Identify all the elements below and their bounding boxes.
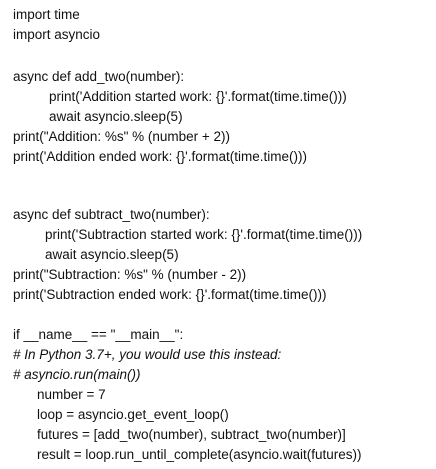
- code-line: async def add_two(number):: [13, 69, 185, 84]
- code-line: await asyncio.sleep(5): [45, 247, 179, 262]
- code-line: import time: [13, 7, 80, 22]
- code-line: print('Addition ended work: {}'.format(t…: [13, 149, 308, 164]
- code-line: async def subtract_two(number):: [13, 207, 210, 222]
- code-line: loop = asyncio.get_event_loop(): [37, 407, 229, 422]
- code-document: import time import asyncio async def add…: [0, 0, 436, 469]
- code-line: print("Subtraction: %s" % (number - 2)): [13, 267, 247, 282]
- code-line: print("Addition: %s" % (number + 2)): [13, 129, 231, 144]
- code-comment-line: # In Python 3.7+, you would use this ins…: [13, 347, 282, 362]
- code-line: result = loop.run_until_complete(asyncio…: [37, 447, 362, 462]
- code-line: print('Subtraction started work: {}'.for…: [45, 227, 363, 242]
- code-line: futures = [add_two(number), subtract_two…: [37, 427, 346, 442]
- code-comment-line: # asyncio.run(main()): [13, 367, 141, 382]
- code-line: import asyncio: [13, 27, 101, 42]
- code-line: print('Addition started work: {}'.format…: [49, 89, 347, 104]
- code-line: print('Subtraction ended work: {}'.forma…: [13, 287, 327, 302]
- code-line: if __name__ == "__main__":: [13, 327, 184, 342]
- code-line: number = 7: [37, 387, 106, 402]
- code-line: await asyncio.sleep(5): [49, 109, 183, 124]
